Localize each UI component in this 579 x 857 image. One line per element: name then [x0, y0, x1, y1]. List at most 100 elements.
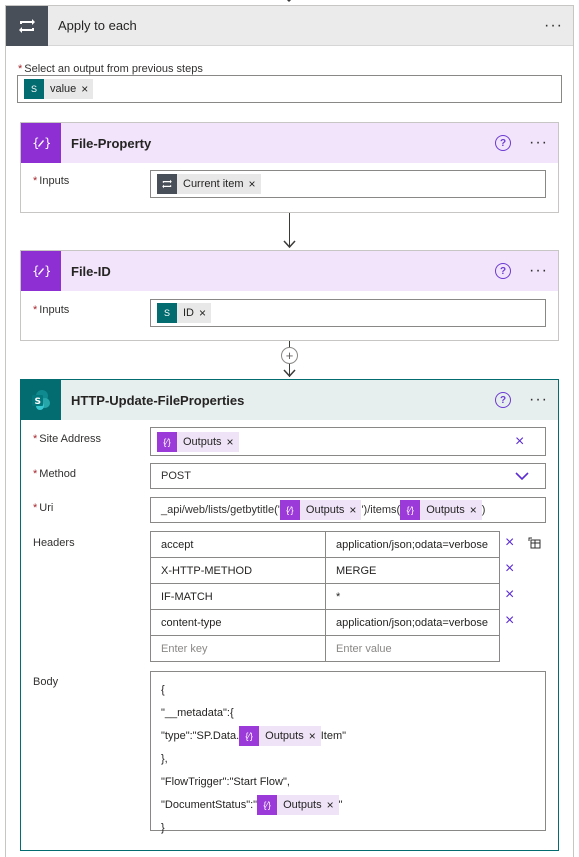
remove-token-icon[interactable]: × [249, 177, 256, 191]
compose-icon: {∕} [279, 500, 300, 520]
remove-token-icon[interactable]: × [227, 435, 234, 449]
outputs-token[interactable]: {∕} Outputs × [257, 794, 339, 815]
file-id-inputs-label: * Inputs [33, 304, 70, 316]
headers-label: Headers [33, 537, 75, 549]
value-token[interactable]: S value × [24, 79, 94, 99]
current-item-token[interactable]: Current item × [157, 174, 261, 194]
http-update-more-icon[interactable]: ··· [529, 392, 548, 408]
uri-suffix: ) [481, 504, 486, 516]
switch-to-text-mode-icon[interactable] [528, 537, 542, 550]
svg-text:{: { [32, 264, 40, 278]
remove-header-icon[interactable]: × [505, 613, 514, 629]
header-key-cell[interactable]: IF-MATCH [150, 583, 326, 610]
file-id-inputs-field[interactable]: S ID × [150, 299, 546, 327]
outputs-token[interactable]: {∕} Outputs × [239, 725, 321, 746]
apply-to-each-title: Apply to each [58, 18, 137, 33]
id-token[interactable]: S ID × [157, 303, 212, 323]
site-address-label: * Site Address [33, 433, 102, 445]
table-row: X-HTTP-METHOD MERGE [150, 557, 500, 584]
sharepoint-icon: S [157, 303, 177, 323]
help-icon[interactable]: ? [495, 135, 512, 151]
header-value-cell[interactable]: application/json;odata=verbose [325, 609, 500, 636]
body-line: "FlowTrigger":"Start Flow", [161, 775, 290, 788]
remove-token-icon[interactable]: × [470, 503, 477, 517]
remove-header-icon[interactable]: × [505, 535, 514, 551]
compose-icon: {} [21, 123, 61, 163]
body-line: }, [161, 752, 168, 765]
uri-prefix: _api/web/lists/getbytitle(' [161, 504, 280, 516]
remove-token-icon[interactable]: × [349, 503, 356, 517]
incoming-arrow-icon [286, 0, 292, 3]
remove-token-icon[interactable]: × [81, 82, 88, 96]
apply-to-each-more-icon[interactable]: ··· [544, 17, 563, 34]
file-id-more-icon[interactable]: ··· [529, 263, 548, 279]
file-id-title: File-ID [71, 263, 111, 279]
method-dropdown[interactable]: POST [150, 463, 546, 489]
remove-token-icon[interactable]: × [199, 306, 206, 320]
site-address-field[interactable]: {∕} Outputs × [150, 427, 546, 456]
header-key-cell[interactable]: content-type [150, 609, 326, 636]
insert-step-button[interactable]: + [281, 347, 298, 364]
loop-icon [157, 174, 177, 194]
outputs-token[interactable]: {∕} Outputs × [400, 500, 482, 520]
headers-table: accept application/json;odata=verbose X-… [150, 531, 500, 662]
body-line: "__metadata":{ [161, 706, 234, 719]
http-update-header[interactable]: S HTTP-Update-FileProperties ? ··· [21, 380, 558, 420]
uri-middle: ')/items( [361, 504, 401, 516]
arrow-down-icon [283, 240, 296, 249]
loop-icon [6, 5, 48, 46]
compose-icon: {} [21, 251, 61, 291]
uri-field[interactable]: _api/web/lists/getbytitle(' {∕} Outputs … [150, 497, 546, 523]
file-property-inputs-label: * Inputs [33, 175, 70, 187]
remove-header-icon[interactable]: × [505, 587, 514, 603]
select-output-field[interactable]: S value × [17, 75, 562, 103]
sharepoint-icon: S [24, 79, 44, 99]
file-property-more-icon[interactable]: ··· [529, 135, 548, 151]
file-id-card: {} File-ID ? ··· [20, 250, 559, 341]
compose-icon: {∕} [157, 431, 177, 452]
clear-site-address-icon[interactable]: × [515, 434, 524, 450]
header-key-cell[interactable]: accept [150, 531, 326, 558]
body-line: } [161, 821, 165, 834]
arrow-down-icon [283, 369, 296, 378]
table-row: content-type application/json;odata=verb… [150, 609, 500, 636]
remove-header-icon[interactable]: × [505, 561, 514, 577]
table-row: IF-MATCH * [150, 583, 500, 610]
outputs-token[interactable]: {∕} Outputs × [279, 500, 362, 520]
help-icon[interactable]: ? [495, 263, 512, 279]
apply-to-each-header[interactable]: Apply to each ··· [6, 5, 573, 46]
header-value-input[interactable]: Enter value [325, 635, 500, 662]
header-value-cell[interactable]: application/json;odata=verbose [325, 531, 500, 558]
file-property-inputs-field[interactable]: Current item × [150, 170, 546, 198]
body-line: "DocumentStatus":" {∕} Outputs × " [161, 793, 535, 816]
body-label: Body [33, 676, 59, 688]
header-key-cell[interactable]: X-HTTP-METHOD [150, 557, 326, 584]
table-row: Enter key Enter value [150, 635, 500, 662]
remove-token-icon[interactable]: × [309, 729, 316, 743]
sharepoint-icon: S [21, 380, 61, 420]
file-property-title: File-Property [71, 135, 152, 151]
body-line: "type":"SP.Data. {∕} Outputs × Item" [161, 724, 535, 747]
compose-icon: {∕} [257, 794, 278, 815]
chevron-down-icon [515, 471, 529, 480]
svg-text:}: } [44, 136, 50, 150]
file-property-card: {} File-Property ? ··· [20, 122, 559, 213]
header-key-input[interactable]: Enter key [150, 635, 326, 662]
table-row: accept application/json;odata=verbose [150, 531, 500, 558]
required-marker: * [18, 63, 23, 75]
header-value-cell[interactable]: * [325, 583, 500, 610]
file-id-header[interactable]: {} File-ID ? ··· [21, 251, 558, 291]
svg-text:S: S [35, 397, 41, 407]
compose-icon: {∕} [239, 725, 260, 746]
method-label: * Method [33, 468, 76, 480]
outputs-token[interactable]: {∕} Outputs × [157, 431, 239, 452]
body-line: { [161, 683, 165, 696]
header-value-cell[interactable]: MERGE [325, 557, 500, 584]
file-property-header[interactable]: {} File-Property ? ··· [21, 123, 558, 163]
uri-label: * Uri [33, 502, 54, 514]
help-icon[interactable]: ? [495, 392, 512, 408]
compose-icon: {∕} [400, 500, 421, 520]
http-update-title: HTTP-Update-FileProperties [71, 392, 245, 408]
body-editor[interactable]: { "__metadata":{ "type":"SP.Data. {∕} Ou… [150, 671, 546, 834]
remove-token-icon[interactable]: × [327, 798, 334, 812]
